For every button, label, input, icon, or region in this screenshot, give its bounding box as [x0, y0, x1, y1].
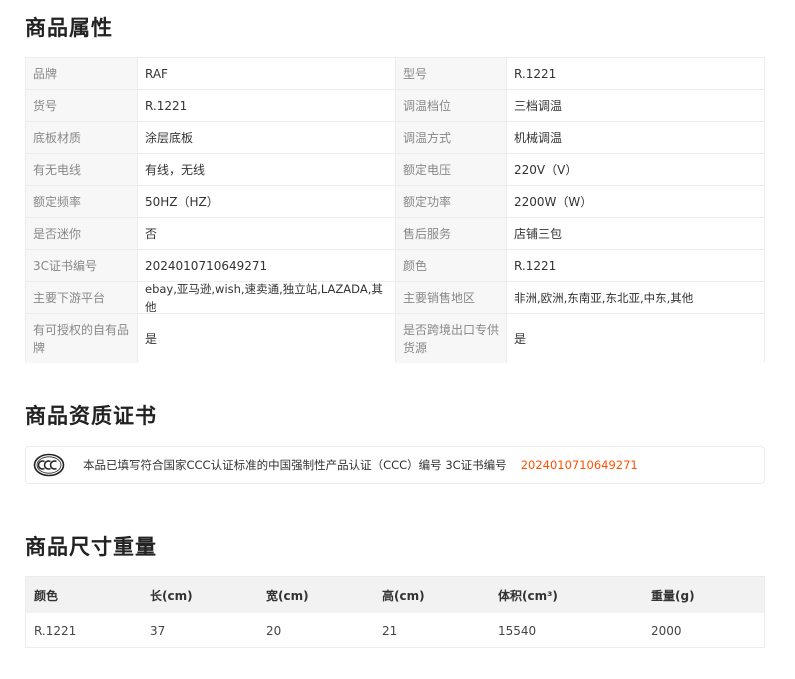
ccc-icon — [33, 453, 65, 477]
attr-key: 颜色 — [395, 250, 506, 281]
column-header: 长(cm) — [150, 588, 193, 603]
table-cell: 20 — [266, 623, 282, 638]
table-row: 额定频率 50HZ（HZ） 额定功率 2200W（W） — [26, 186, 764, 218]
column-header: 高(cm) — [382, 588, 425, 603]
attributes-section-title: 商品属性 — [25, 16, 113, 40]
table-row: R.1221 37 20 21 15540 2000 — [26, 613, 764, 648]
attr-key: 有可授权的自有品牌 — [26, 314, 137, 363]
attr-value: 非洲,欧洲,东南亚,东北亚,中东,其他 — [506, 282, 764, 313]
attr-value: 是 — [137, 314, 395, 363]
size-weight-table: 颜色 长(cm) 宽(cm) 高(cm) 体积(cm³) 重量(g) R.122… — [25, 576, 765, 648]
attr-key: 售后服务 — [395, 218, 506, 249]
table-row: 是否迷你 否 售后服务 店铺三包 — [26, 218, 764, 250]
table-cell: 2000 — [651, 623, 682, 638]
attr-key: 主要下游平台 — [26, 282, 137, 313]
certificate-section-title: 商品资质证书 — [25, 404, 157, 428]
attr-key: 品牌 — [26, 58, 137, 89]
table-row: 有无电线 有线，无线 额定电压 220V（V） — [26, 154, 764, 186]
attr-key: 调温方式 — [395, 122, 506, 153]
attr-key: 额定功率 — [395, 186, 506, 217]
attr-key: 是否跨境出口专供货源 — [395, 314, 506, 363]
attr-key: 货号 — [26, 90, 137, 121]
attr-key: 3C证书编号 — [26, 250, 137, 281]
certificate-text: 本品已填写符合国家CCC认证标准的中国强制性产品认证（CCC）编号 3C证书编号 — [83, 458, 507, 472]
table-row: 主要下游平台 ebay,亚马逊,wish,速卖通,独立站,LAZADA,其他 主… — [26, 282, 764, 314]
attr-value: R.1221 — [506, 250, 764, 281]
attr-value: 220V（V） — [506, 154, 764, 185]
table-cell: 15540 — [498, 623, 537, 638]
attr-value: 是 — [506, 314, 764, 363]
table-row: 3C证书编号 2024010710649271 颜色 R.1221 — [26, 250, 764, 282]
attr-value: 2024010710649271 — [137, 250, 395, 281]
column-header: 宽(cm) — [266, 588, 309, 603]
table-row: 底板材质 涂层底板 调温方式 机械调温 — [26, 122, 764, 154]
attributes-table: 品牌 RAF 型号 R.1221 货号 R.1221 调温档位 三档调温 底板材… — [25, 57, 765, 363]
attr-value: RAF — [137, 58, 395, 89]
certificate-number: 2024010710649271 — [520, 458, 638, 472]
attr-value: 三档调温 — [506, 90, 764, 121]
attr-value: 否 — [137, 218, 395, 249]
attr-value: 2200W（W） — [506, 186, 764, 217]
column-header: 体积(cm³) — [498, 588, 558, 603]
table-row: 品牌 RAF 型号 R.1221 — [26, 58, 764, 90]
attr-key: 额定频率 — [26, 186, 137, 217]
attr-value: 机械调温 — [506, 122, 764, 153]
attr-value: 50HZ（HZ） — [137, 186, 395, 217]
table-cell: 21 — [382, 623, 398, 638]
table-row: 有可授权的自有品牌 是 是否跨境出口专供货源 是 — [26, 314, 764, 363]
attr-value: R.1221 — [137, 90, 395, 121]
attr-value: 涂层底板 — [137, 122, 395, 153]
attr-value: 有线，无线 — [137, 154, 395, 185]
attr-key: 额定电压 — [395, 154, 506, 185]
attr-key: 有无电线 — [26, 154, 137, 185]
attr-key: 底板材质 — [26, 122, 137, 153]
attr-value: ebay,亚马逊,wish,速卖通,独立站,LAZADA,其他 — [137, 282, 395, 313]
table-cell: R.1221 — [34, 623, 77, 638]
attr-key: 是否迷你 — [26, 218, 137, 249]
attr-value: 店铺三包 — [506, 218, 764, 249]
column-header: 重量(g) — [651, 588, 695, 603]
attr-key: 主要销售地区 — [395, 282, 506, 313]
certificate-box: 本品已填写符合国家CCC认证标准的中国强制性产品认证（CCC）编号 3C证书编号… — [25, 446, 765, 484]
column-header: 颜色 — [34, 588, 59, 603]
table-header: 颜色 长(cm) 宽(cm) 高(cm) 体积(cm³) 重量(g) — [26, 577, 764, 613]
table-row: 货号 R.1221 调温档位 三档调温 — [26, 90, 764, 122]
attr-key: 调温档位 — [395, 90, 506, 121]
table-cell: 37 — [150, 623, 166, 638]
attr-value: R.1221 — [506, 58, 764, 89]
size-section-title: 商品尺寸重量 — [25, 535, 157, 559]
attr-key: 型号 — [395, 58, 506, 89]
